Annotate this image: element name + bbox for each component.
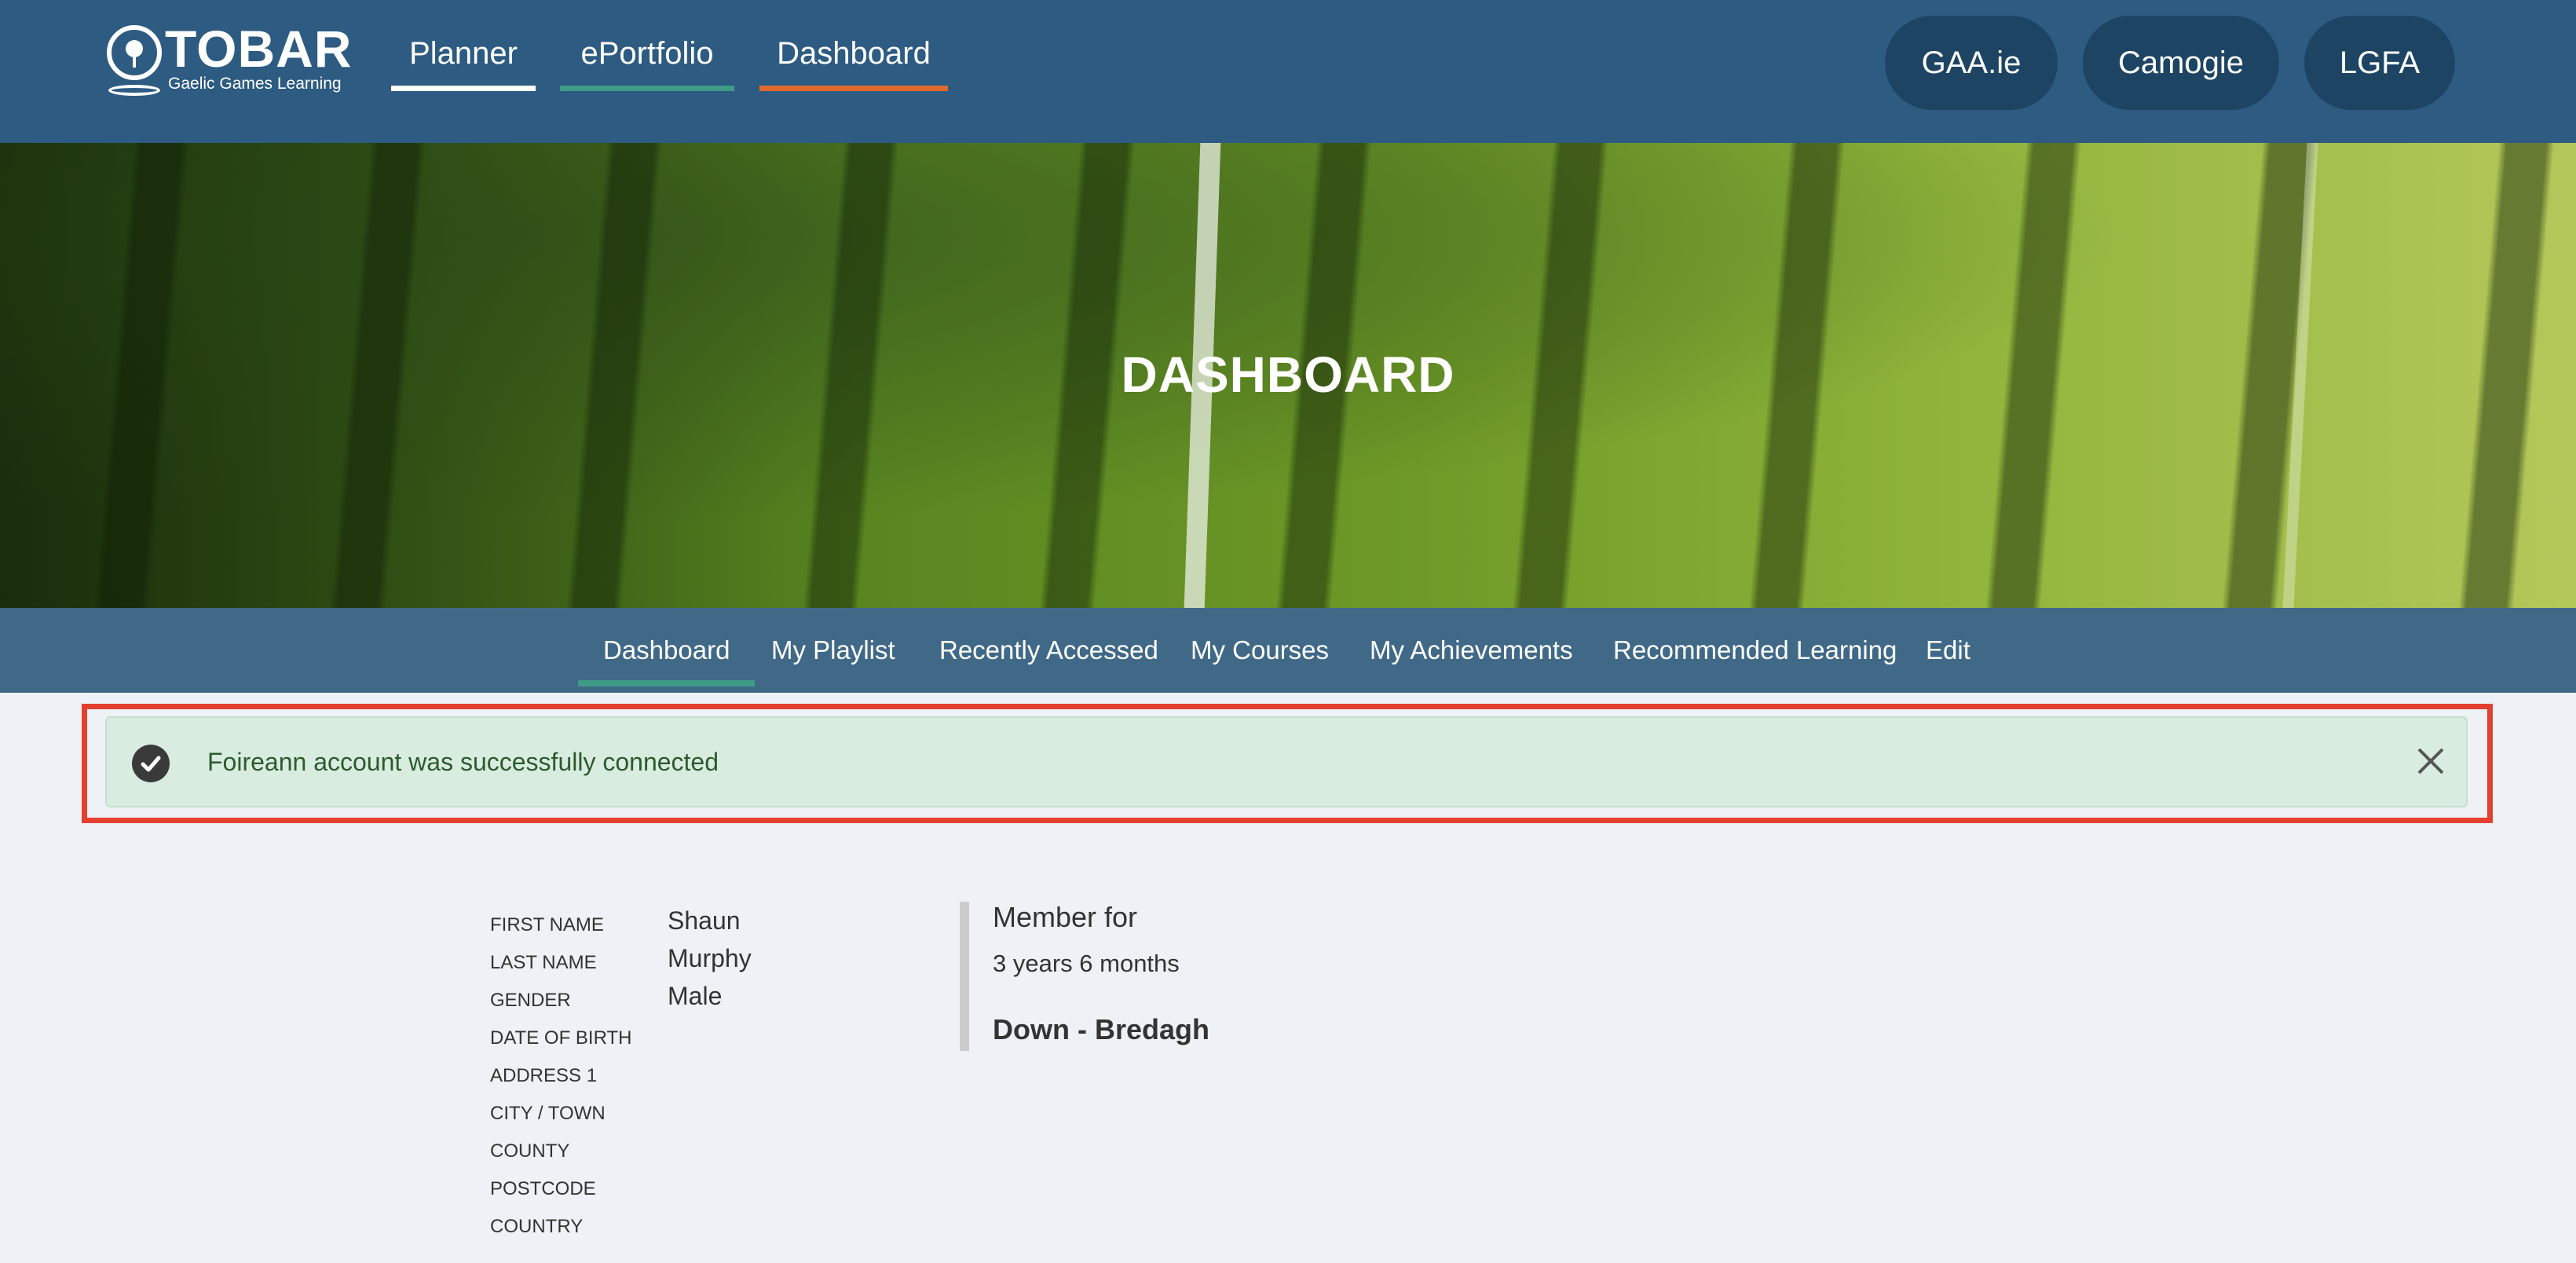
membership-duration: 3 years 6 months (993, 950, 1180, 977)
tab-recommended-learning[interactable]: Recommended Learning (1613, 608, 1897, 686)
value-last-name: Murphy (668, 944, 752, 972)
profile-field-labels: First name Last name Gender Date of birt… (490, 906, 631, 1246)
dashboard-tabs: Dashboard My Playlist Recently Accessed … (0, 608, 2576, 693)
top-bar: TOBAR Gaelic Games Learning Planner ePor… (0, 0, 2576, 143)
tab-my-achievements[interactable]: My Achievements (1370, 608, 1573, 686)
nav-planner-underline (391, 86, 536, 91)
nav-planner[interactable]: Planner (391, 31, 536, 91)
membership-title: Member for (993, 901, 1138, 933)
label-postcode: Postcode (490, 1178, 596, 1199)
tree-icon (107, 25, 162, 80)
nav-eportfolio[interactable]: ePortfolio (560, 31, 734, 91)
nav-planner-label: Planner (409, 36, 518, 71)
label-city-town: City / Town (490, 1103, 606, 1124)
membership-club: Down - Bredagh (993, 1013, 1209, 1045)
tobar-logo[interactable]: TOBAR Gaelic Games Learning (107, 20, 351, 99)
label-last-name: Last name (490, 952, 597, 973)
label-county: County (490, 1140, 570, 1162)
success-alert: Foireann account was successfully connec… (105, 716, 2468, 807)
logo-base-ring (108, 85, 160, 96)
nav-dashboard-label: Dashboard (777, 36, 931, 71)
label-address-1: Address 1 (490, 1065, 598, 1086)
tab-recently-accessed[interactable]: Recently Accessed (939, 608, 1158, 686)
lgfa-link-button[interactable]: LGFA (2304, 16, 2455, 110)
tab-edit[interactable]: Edit (1926, 608, 1970, 686)
close-icon[interactable] (2413, 743, 2449, 779)
label-first-name: First name (490, 914, 604, 935)
gaa-link-button[interactable]: GAA.ie (1885, 16, 2058, 110)
nav-eportfolio-underline (560, 86, 734, 91)
page-title: DASHBOARD (1121, 346, 1455, 403)
tab-my-playlist[interactable]: My Playlist (771, 608, 895, 686)
label-gender: Gender (490, 990, 571, 1011)
nav-dashboard[interactable]: Dashboard (759, 31, 948, 91)
logo-wordmark: TOBAR (165, 20, 353, 78)
logo-tagline: Gaelic Games Learning (168, 75, 342, 93)
label-country: Country (490, 1216, 584, 1237)
value-first-name: Shaun (668, 906, 741, 935)
nav-eportfolio-label: ePortfolio (580, 36, 714, 71)
membership-divider (960, 902, 969, 1051)
check-circle-icon (132, 745, 170, 782)
camogie-link-button[interactable]: Camogie (2083, 16, 2279, 110)
tab-dashboard[interactable]: Dashboard (578, 608, 756, 686)
profile-field-values: Shaun Murphy Male (668, 902, 752, 1015)
hero-banner: DASHBOARD (0, 143, 2576, 608)
tab-my-courses[interactable]: My Courses (1191, 608, 1329, 686)
nav-dashboard-underline (759, 86, 948, 91)
value-gender: Male (668, 982, 723, 1010)
label-date-of-birth: Date of birth (490, 1027, 632, 1049)
alert-message: Foireann account was successfully connec… (207, 748, 719, 776)
